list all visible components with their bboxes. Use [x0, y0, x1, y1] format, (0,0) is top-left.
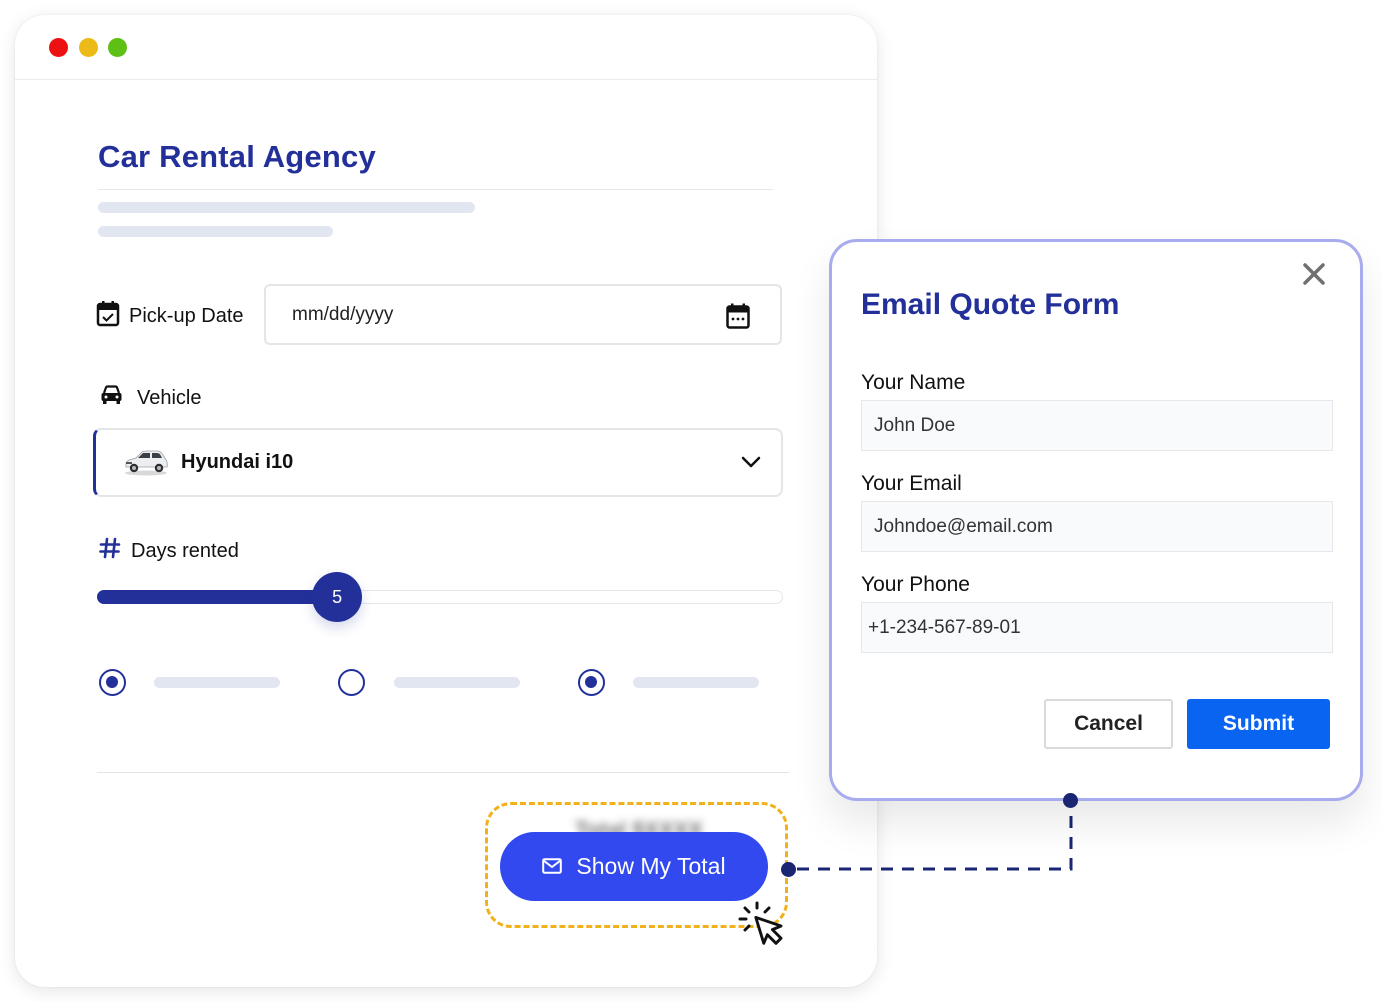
radio-option-2[interactable]: [338, 669, 365, 696]
close-window-button[interactable]: [49, 38, 68, 57]
page-title: Car Rental Agency: [98, 139, 376, 174]
phone-label: Your Phone: [861, 573, 970, 596]
hatchback-car-image: [123, 448, 169, 481]
placeholder-line: [394, 677, 520, 688]
pickup-date-label: Pick-up Date: [96, 300, 244, 333]
close-icon[interactable]: [1302, 262, 1326, 291]
radio-option-3[interactable]: [578, 669, 605, 696]
days-slider[interactable]: 5: [97, 572, 783, 622]
hash-icon: [99, 537, 121, 565]
vehicle-select[interactable]: Hyundai i10: [93, 428, 783, 497]
mail-icon: [542, 853, 563, 880]
maximize-window-button[interactable]: [108, 38, 127, 57]
car-icon: [100, 385, 123, 411]
placeholder-line: [154, 677, 280, 688]
calendar-icon[interactable]: [726, 303, 750, 335]
name-input[interactable]: John Doe: [861, 400, 1333, 451]
title-divider: [98, 189, 773, 190]
show-my-total-label: Show My Total: [576, 853, 726, 879]
email-label: Your Email: [861, 472, 962, 495]
name-value: John Doe: [874, 414, 956, 436]
chevron-down-icon[interactable]: [741, 455, 761, 473]
selected-vehicle: Hyundai i10: [181, 451, 294, 473]
section-divider: [97, 772, 789, 773]
vehicle-label: Vehicle: [100, 385, 202, 411]
placeholder-line: [98, 202, 475, 213]
show-my-total-button[interactable]: Show My Total: [500, 832, 768, 901]
email-input[interactable]: Johndoe@email.com: [861, 501, 1333, 552]
placeholder-line: [633, 677, 759, 688]
email-quote-modal: Email Quote Form Your Name John Doe Your…: [829, 239, 1363, 801]
pickup-date-input[interactable]: mm/dd/yyyy: [264, 284, 782, 345]
connector-endpoint: [781, 862, 796, 877]
cancel-button[interactable]: Cancel: [1044, 699, 1173, 749]
calendar-check-icon: [96, 300, 120, 333]
submit-button[interactable]: Submit: [1187, 699, 1330, 749]
minimize-window-button[interactable]: [79, 38, 98, 57]
radio-option-1[interactable]: [99, 669, 126, 696]
vehicle-label-text: Vehicle: [137, 386, 202, 409]
phone-input[interactable]: +1-234-567-89-01: [861, 602, 1333, 653]
connector-endpoint: [1063, 793, 1078, 808]
pickup-date-placeholder: mm/dd/yyyy: [292, 303, 394, 325]
slider-thumb[interactable]: 5: [312, 572, 363, 622]
window-titlebar: [15, 15, 877, 80]
slider-fill: [97, 590, 338, 604]
email-value: Johndoe@email.com: [874, 515, 1053, 537]
browser-window: Car Rental Agency Pick-up Date mm/dd/yyy…: [15, 15, 877, 987]
phone-value: +1-234-567-89-01: [868, 616, 1021, 638]
placeholder-line: [98, 226, 333, 237]
modal-title: Email Quote Form: [861, 288, 1120, 321]
days-value: 5: [332, 586, 343, 607]
days-rented-label-text: Days rented: [131, 539, 239, 562]
days-rented-label: Days rented: [99, 537, 239, 565]
name-label: Your Name: [861, 371, 966, 394]
pickup-date-label-text: Pick-up Date: [129, 305, 244, 327]
